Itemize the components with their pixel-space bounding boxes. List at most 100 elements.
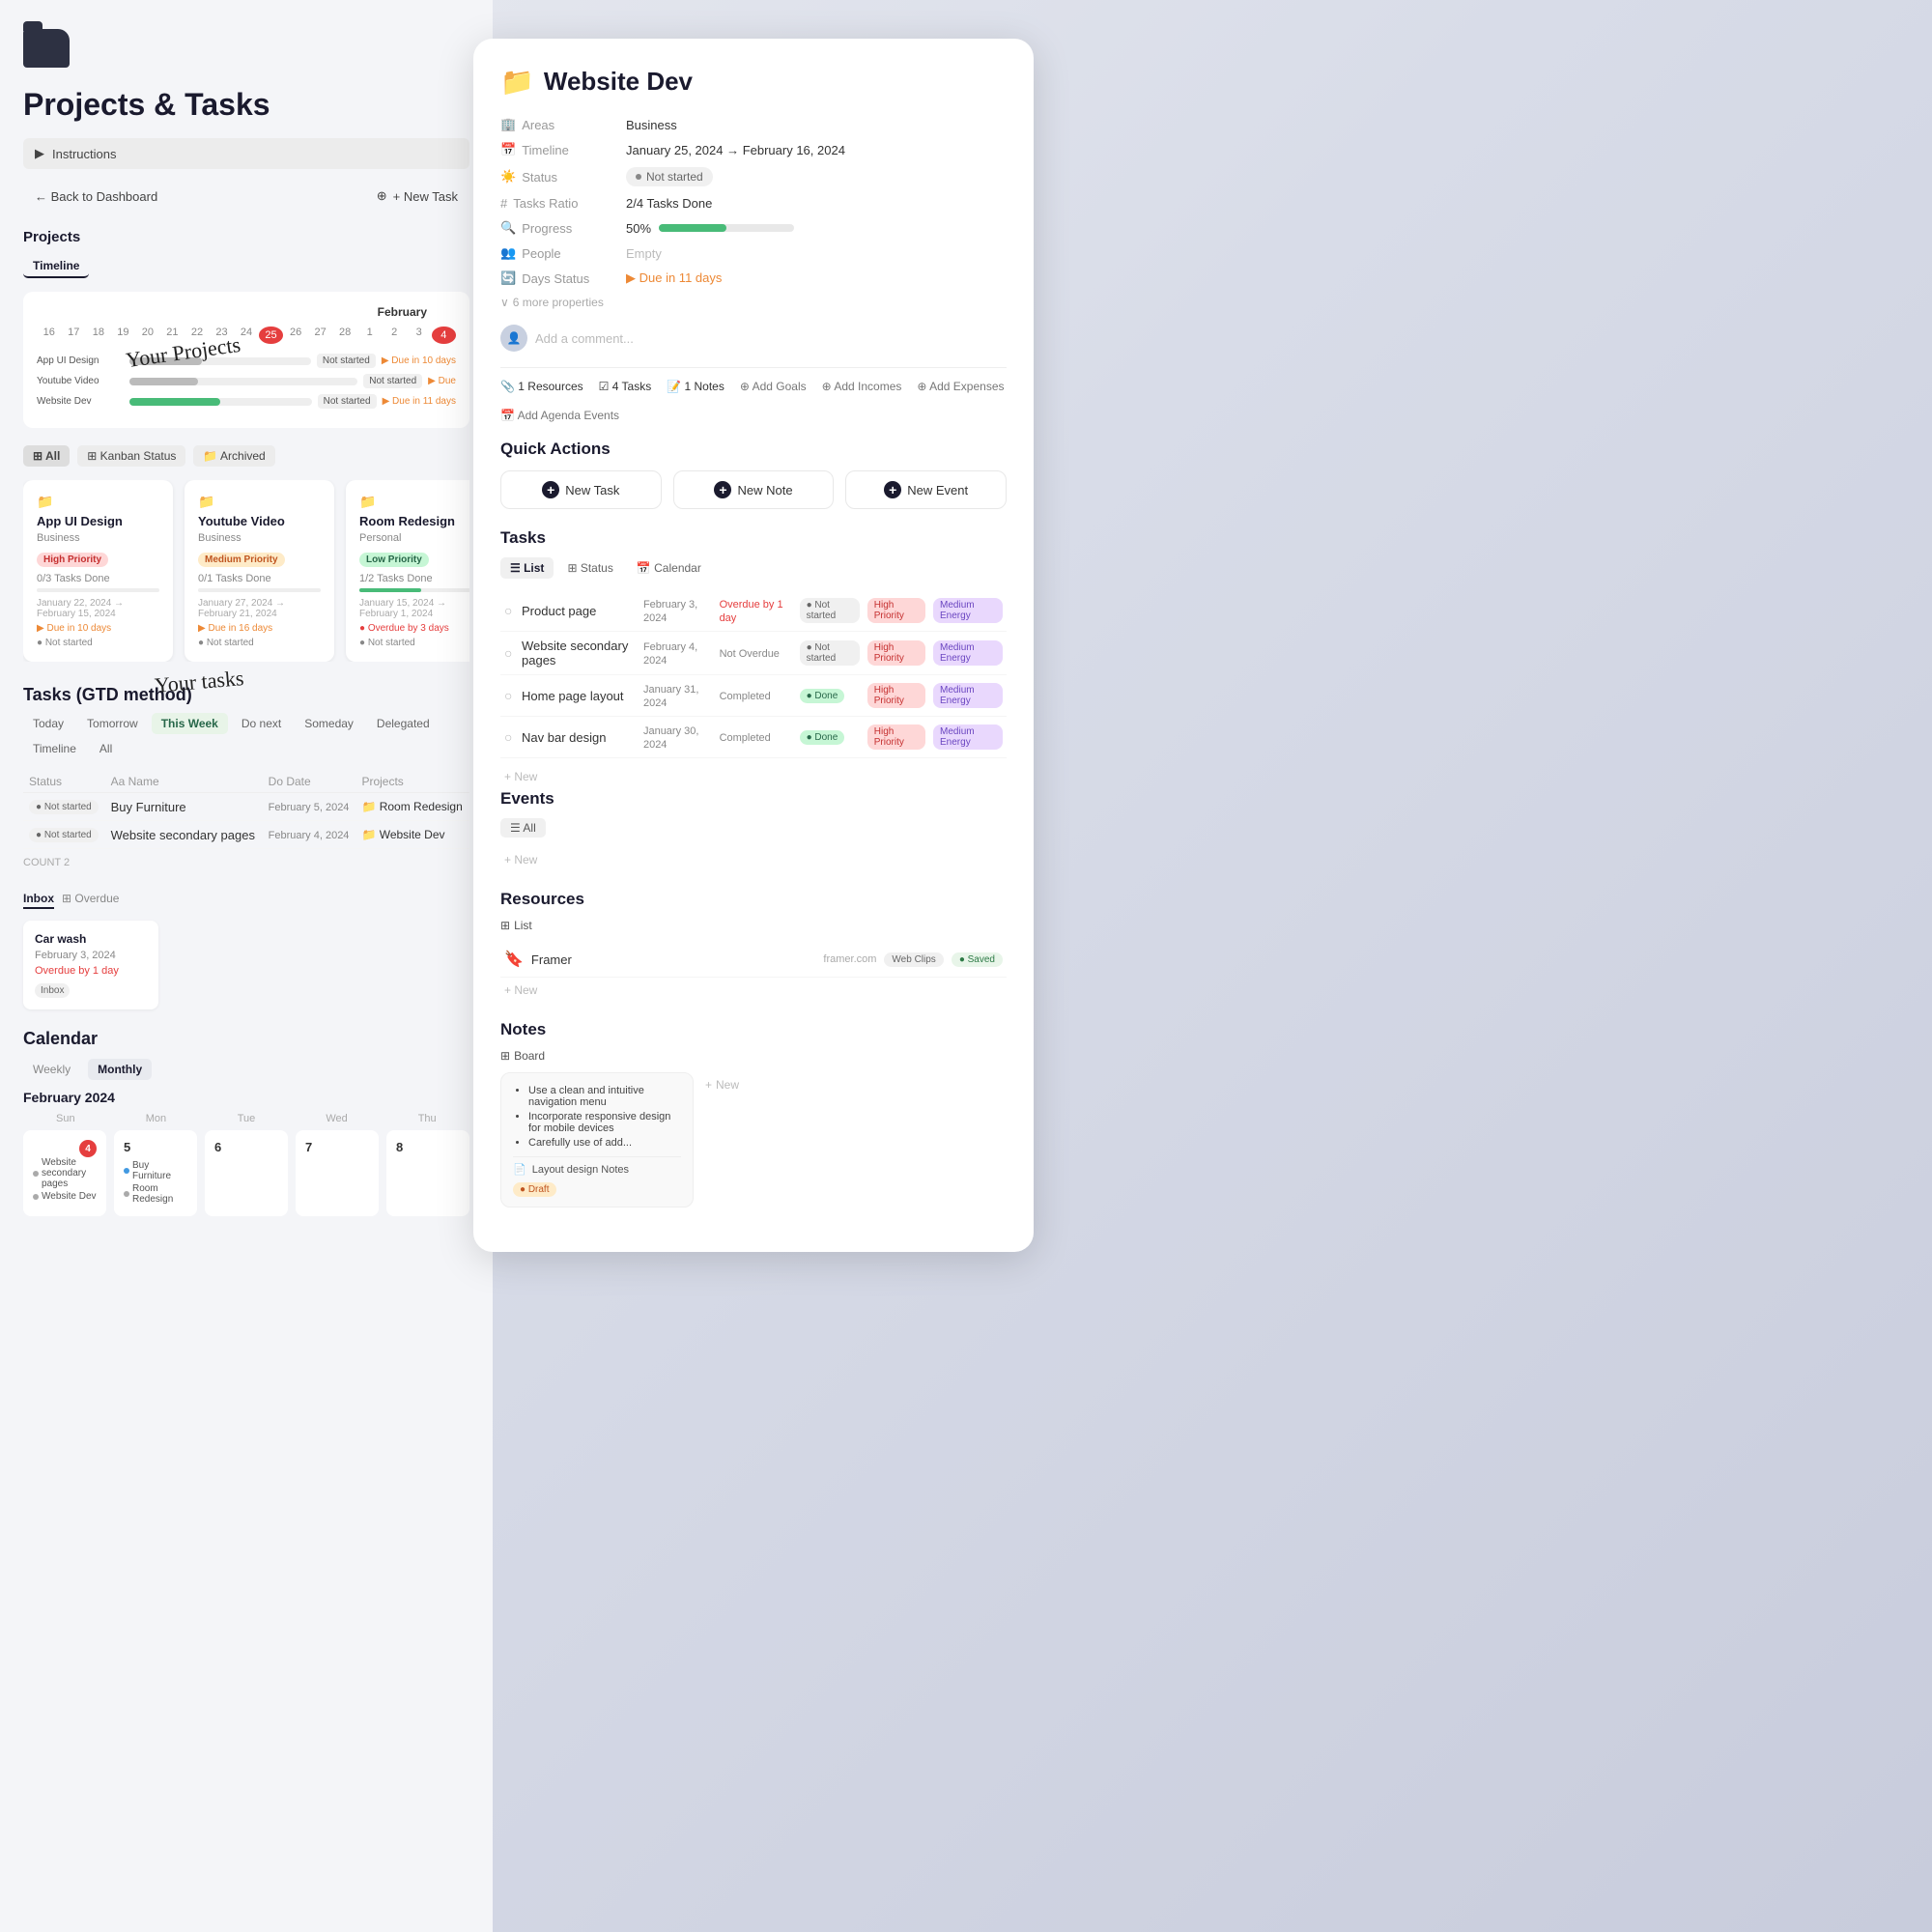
gtd-tab-someday[interactable]: Someday (295, 713, 363, 734)
add-event-row[interactable]: + New (500, 847, 1007, 872)
resource-list-tab[interactable]: ⊞ List (500, 919, 1007, 932)
note-card[interactable]: Use a clean and intuitive navigation men… (500, 1072, 694, 1208)
events-section: Events ☰ All + New (500, 789, 1007, 872)
bookmark-icon: 🔖 (504, 950, 524, 969)
gtd-tab-all[interactable]: All (90, 738, 122, 759)
add-resource-row[interactable]: + New (500, 978, 1007, 1003)
tasks-tabs: ☰ List ⊞ Status 📅 Calendar (500, 557, 1007, 579)
card-area: Business (37, 532, 159, 544)
page-title: Projects & Tasks (23, 87, 469, 123)
detail-folder-icon: 📁 (500, 66, 534, 98)
arrow-right-icon: ▶ (35, 146, 44, 161)
tab-timeline[interactable]: Timeline (23, 255, 89, 278)
inbox-section: Inbox ⊞ Overdue Car wash February 3, 202… (23, 892, 469, 1009)
tab-weekly[interactable]: Weekly (23, 1059, 80, 1080)
tasks-heading: Tasks (500, 528, 1007, 548)
timeline-row-youtube: Youtube Video Not started ▶ Due (37, 374, 456, 388)
project-card-youtube[interactable]: 📁 Youtube Video Business Medium Priority… (185, 480, 334, 662)
add-note-button[interactable]: + New (705, 1072, 739, 1097)
hash-icon: # (500, 196, 507, 211)
calendar-tabs: Weekly Monthly (23, 1059, 469, 1080)
toolbar: ← Back to Dashboard ⊕ + New Task (23, 183, 469, 210)
project-card-appui[interactable]: 📁 App UI Design Business High Priority 0… (23, 480, 173, 662)
card-due: ▶ Due in 16 days (198, 623, 321, 634)
events-filter-all[interactable]: ☰ All (500, 818, 546, 838)
list-icon: ⊞ (500, 919, 510, 932)
card-dates: January 22, 2024 → February 15, 2024 (37, 598, 159, 619)
table-row[interactable]: ○ Nav bar design January 30, 2024 Comple… (500, 717, 1007, 758)
cal-day-sun: 4 Website secondary pages Website Dev (23, 1130, 106, 1216)
resource-tab-incomes[interactable]: ⊕ Add Incomes (822, 380, 902, 393)
plus-icon: ⊕ (377, 188, 387, 204)
card-status: ● Not started (359, 638, 469, 648)
table-row[interactable]: ○ Product page February 3, 2024 Overdue … (500, 590, 1007, 632)
filter-all[interactable]: ⊞ All (23, 445, 70, 467)
resource-item-framer[interactable]: 🔖 Framer framer.com Web Clips ● Saved (500, 942, 1007, 978)
gtd-tab-thisweek[interactable]: This Week (152, 713, 228, 734)
calendar-day-headers: Sun Mon Tue Wed Thu (23, 1113, 469, 1124)
tasks-tab-calendar[interactable]: 📅 Calendar (627, 557, 711, 579)
card-icon: 📁 (359, 494, 469, 510)
tasks-tab-list[interactable]: ☰ List (500, 557, 554, 579)
resource-tab-resources[interactable]: 📎 1 Resources (500, 380, 583, 393)
card-progress-bar (359, 588, 469, 592)
tasks-section: Tasks ☰ List ⊞ Status 📅 Calendar ○ Produ… (500, 528, 1007, 789)
priority-badge: Low Priority (359, 553, 429, 567)
property-status: ☀️ Status Not started (500, 167, 1007, 186)
card-title: Room Redesign (359, 514, 469, 528)
cal-day-mon: 5 Buy Furniture Room Redesign (114, 1130, 197, 1216)
calendar-section: Calendar Weekly Monthly February 2024 Su… (23, 1029, 469, 1216)
card-title: App UI Design (37, 514, 159, 528)
table-row[interactable]: ○ Website secondary pages February 4, 20… (500, 632, 1007, 675)
resource-tab-notes[interactable]: 📝 1 Notes (667, 380, 724, 393)
timeline-area: February 1617 1819 2021 2223 24 25 2627 … (23, 292, 469, 428)
inbox-card-date: February 3, 2024 (35, 950, 147, 961)
resource-tab-tasks[interactable]: ☑ 4 Tasks (599, 380, 652, 393)
resource-tab-agenda[interactable]: 📅 Add Agenda Events (500, 409, 619, 422)
property-progress: 🔍 Progress 50% (500, 220, 1007, 236)
tasks-tab-status[interactable]: ⊞ Status (557, 557, 622, 579)
tab-monthly[interactable]: Monthly (88, 1059, 152, 1080)
gtd-tab-timeline[interactable]: Timeline (23, 738, 86, 759)
back-dashboard-button[interactable]: ← Back to Dashboard (23, 184, 169, 210)
notes-board-tab[interactable]: ⊞ Board (500, 1049, 1007, 1063)
new-task-button[interactable]: ⊕ + New Task (365, 183, 469, 210)
tasks-table: ○ Product page February 3, 2024 Overdue … (500, 590, 1007, 758)
gtd-tab-today[interactable]: Today (23, 713, 73, 734)
inbox-tabs: Inbox ⊞ Overdue (23, 892, 469, 909)
card-tasks: 1/2 Tasks Done (359, 573, 469, 584)
instructions-bar[interactable]: ▶ Instructions (23, 138, 469, 169)
card-area: Business (198, 532, 321, 544)
card-title: Youtube Video (198, 514, 321, 528)
table-row[interactable]: ○ Home page layout January 31, 2024 Comp… (500, 675, 1007, 717)
table-row[interactable]: ● Not started Buy Furniture February 5, … (23, 793, 469, 821)
gtd-tab-tomorrow[interactable]: Tomorrow (77, 713, 148, 734)
filter-archived[interactable]: 📁 Archived (193, 445, 274, 467)
card-tasks: 0/1 Tasks Done (198, 573, 321, 584)
quick-actions-title: Quick Actions (500, 440, 1007, 459)
filter-kanban[interactable]: ⊞ Kanban Status (77, 445, 185, 467)
qa-new-task-button[interactable]: + New Task (500, 470, 662, 509)
card-tasks: 0/3 Tasks Done (37, 573, 159, 584)
plus-icon: + (705, 1078, 712, 1092)
property-people: 👥 People Empty (500, 245, 1007, 261)
more-props[interactable]: ∨ 6 more properties (500, 296, 1007, 309)
resource-tab-goals[interactable]: ⊕ Add Goals (740, 380, 807, 393)
inbox-tab-overdue[interactable]: ⊞ Overdue (62, 892, 119, 909)
comment-input[interactable]: Add a comment... (535, 331, 1007, 346)
cycle-icon: 🔄 (500, 270, 516, 286)
inbox-tab-inbox[interactable]: Inbox (23, 892, 54, 909)
table-row[interactable]: ● Not started Website secondary pages Fe… (23, 821, 469, 849)
project-card-room[interactable]: 📁 Room Redesign Personal Low Priority 1/… (346, 480, 469, 662)
calendar-month: February 2024 (23, 1090, 469, 1105)
qa-new-event-button[interactable]: + New Event (845, 470, 1007, 509)
notes-heading: Notes (500, 1020, 1007, 1039)
qa-new-note-button[interactable]: + New Note (673, 470, 835, 509)
card-progress-bar (198, 588, 321, 592)
gtd-tab-delegated[interactable]: Delegated (367, 713, 440, 734)
inbox-card[interactable]: Car wash February 3, 2024 Overdue by 1 d… (23, 921, 158, 1009)
gtd-tab-donext[interactable]: Do next (232, 713, 291, 734)
areas-icon: 🏢 (500, 117, 516, 132)
add-task-row[interactable]: + New (500, 764, 1007, 789)
resource-tab-expenses[interactable]: ⊕ Add Expenses (917, 380, 1004, 393)
